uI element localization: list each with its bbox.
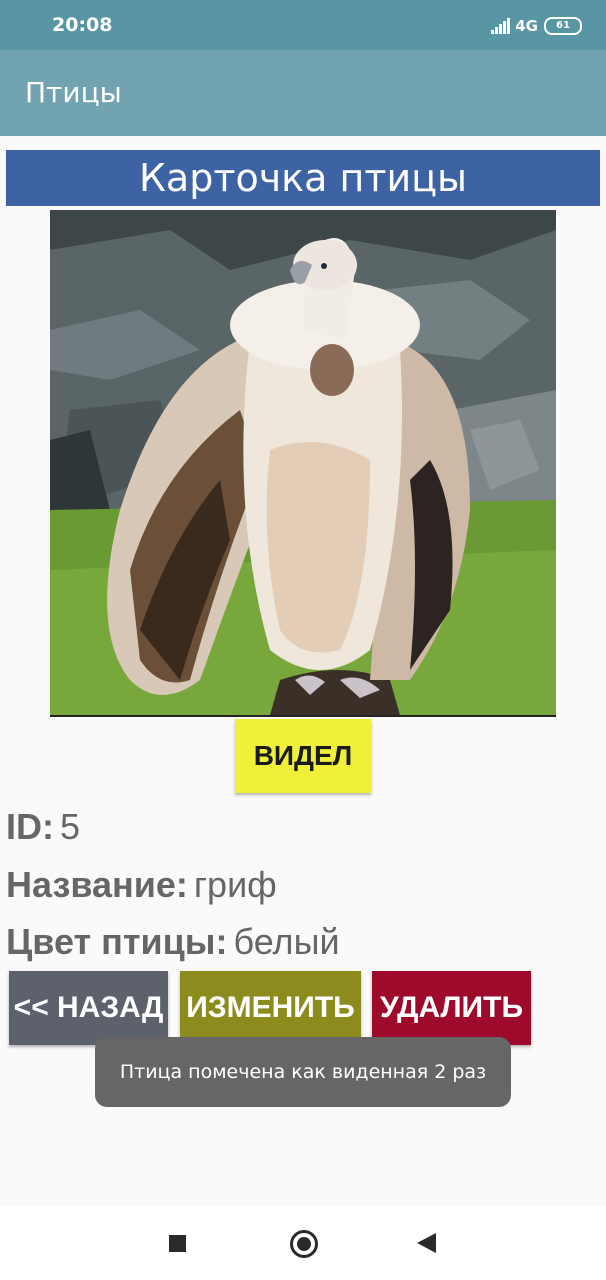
delete-button[interactable]: УДАЛИТЬ <box>372 971 531 1045</box>
home-icon[interactable] <box>290 1230 318 1258</box>
color-value: белый <box>233 921 340 962</box>
system-nav-bar <box>0 1206 606 1280</box>
card-title: Карточка птицы <box>6 150 600 206</box>
name-label: Название: <box>6 864 188 905</box>
signal-icon <box>491 18 511 34</box>
id-value: 5 <box>60 806 81 847</box>
screen: 20:08 4G 61 Птицы Карточка птицы ВИДЕЛ I… <box>0 0 606 1280</box>
status-time: 20:08 <box>52 14 113 36</box>
info-row-color: Цвет птицы: белый <box>6 921 340 963</box>
id-label: ID: <box>6 806 54 847</box>
info-row-name: Название: гриф <box>6 864 277 906</box>
edit-button[interactable]: ИЗМЕНИТЬ <box>180 971 361 1045</box>
info-row-id: ID: 5 <box>6 806 80 848</box>
toast-message: Птица помечена как виденная 2 раз <box>95 1037 511 1107</box>
back-icon[interactable] <box>417 1233 436 1253</box>
app-bar: Птицы <box>0 50 606 136</box>
back-button[interactable]: << НАЗАД <box>9 971 168 1045</box>
color-label: Цвет птицы: <box>6 921 228 962</box>
recents-icon[interactable] <box>169 1235 186 1252</box>
bird-photo <box>50 210 556 717</box>
status-indicators: 4G 61 <box>491 15 582 37</box>
name-value: гриф <box>193 864 277 905</box>
seen-button[interactable]: ВИДЕЛ <box>235 719 371 793</box>
app-title: Птицы <box>25 76 122 109</box>
network-type: 4G <box>515 17 538 35</box>
battery-icon: 61 <box>544 17 582 35</box>
status-bar: 20:08 4G 61 <box>0 0 606 50</box>
